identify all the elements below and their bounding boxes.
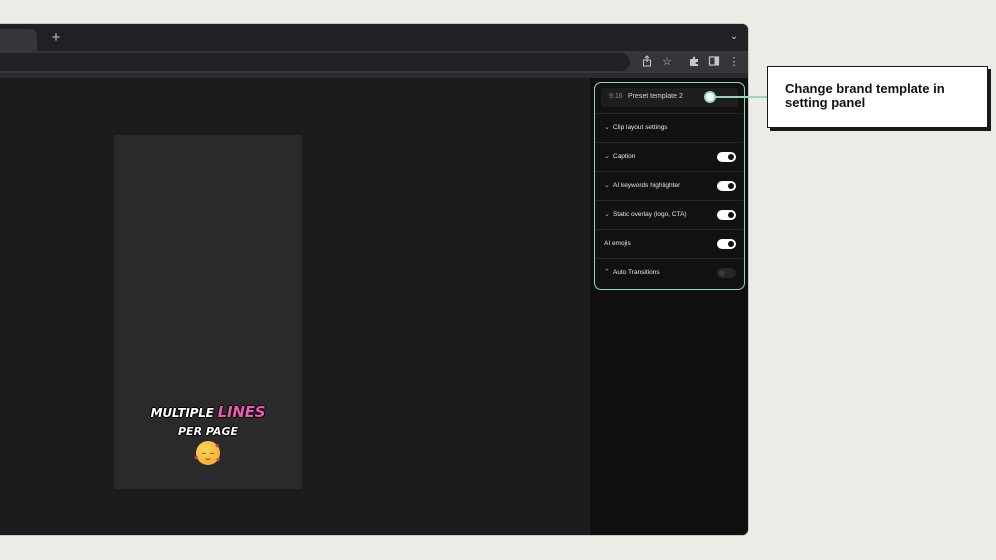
row-caption[interactable]: ⌄ Caption <box>595 142 743 171</box>
row-label: AI keywords highlighter <box>613 182 681 189</box>
tab-search-button[interactable]: ⌄ <box>729 31 739 43</box>
settings-panel: 9:16 Preset template 2 ⌄ Clip layout set… <box>594 82 745 290</box>
row-label: AI emojis <box>604 240 631 247</box>
menu-icon[interactable]: ⋮ <box>727 55 741 69</box>
row-label: Caption <box>613 153 636 160</box>
video-preview[interactable]: MULTIPLE LINES PER PAGE ♥ ♥ ♥ <box>114 135 302 489</box>
preset-template-name: Preset template 2 <box>628 93 683 100</box>
sidepanel-icon[interactable] <box>707 55 721 69</box>
chevron-down-icon: ⌄ <box>604 182 610 189</box>
callout-text: Change brand template in setting panel <box>785 81 945 110</box>
row-static-overlay[interactable]: ⌄ Static overlay (logo, CTA) <box>595 200 743 229</box>
row-ai-keywords-highlighter[interactable]: ⌄ AI keywords highlighter <box>595 171 743 200</box>
address-bar[interactable] <box>0 53 630 71</box>
caption-highlight-word: LINES <box>217 403 266 421</box>
caption-line-1: MULTIPLE LINES <box>114 403 302 421</box>
aspect-ratio-label: 9:16 <box>609 93 623 100</box>
row-clip-layout-settings[interactable]: ⌄ Clip layout settings <box>595 113 743 142</box>
row-label: Clip layout settings <box>613 124 668 131</box>
caption-word: MULTIPLE <box>150 406 214 420</box>
new-tab-button[interactable]: + <box>49 30 63 46</box>
chevron-down-icon: ⌄ <box>604 211 610 218</box>
browser-toolbar: ☆ ⋮ <box>0 51 748 73</box>
ai-emojis-toggle[interactable] <box>717 239 736 249</box>
tab-bar: + ⌄ <box>0 24 748 51</box>
auto-transitions-toggle[interactable] <box>717 268 736 278</box>
chevron-down-icon: ⌄ <box>604 124 610 131</box>
row-auto-transitions[interactable]: ⌃ Auto Transitions <box>595 258 743 287</box>
caption-toggle[interactable] <box>717 152 736 162</box>
smiling-face-with-hearts-icon: ♥ ♥ ♥ <box>194 441 221 465</box>
share-icon[interactable] <box>640 55 654 69</box>
annotation-callout: Change brand template in setting panel <box>767 66 988 128</box>
chevron-up-icon: ⌃ <box>604 269 610 276</box>
row-ai-emojis[interactable]: AI emojis <box>595 229 743 258</box>
chevron-down-icon: ⌄ <box>604 153 610 160</box>
row-label: Auto Transitions <box>613 269 660 276</box>
caption-line-2: PER PAGE <box>178 425 238 438</box>
ai-keywords-highlighter-toggle[interactable] <box>717 181 736 191</box>
static-overlay-toggle[interactable] <box>717 210 736 220</box>
row-label: Static overlay (logo, CTA) <box>613 211 687 218</box>
callout-connector-line <box>714 96 767 98</box>
extensions-icon[interactable] <box>687 55 701 69</box>
star-icon[interactable]: ☆ <box>660 55 674 69</box>
browser-tab[interactable] <box>0 29 37 51</box>
